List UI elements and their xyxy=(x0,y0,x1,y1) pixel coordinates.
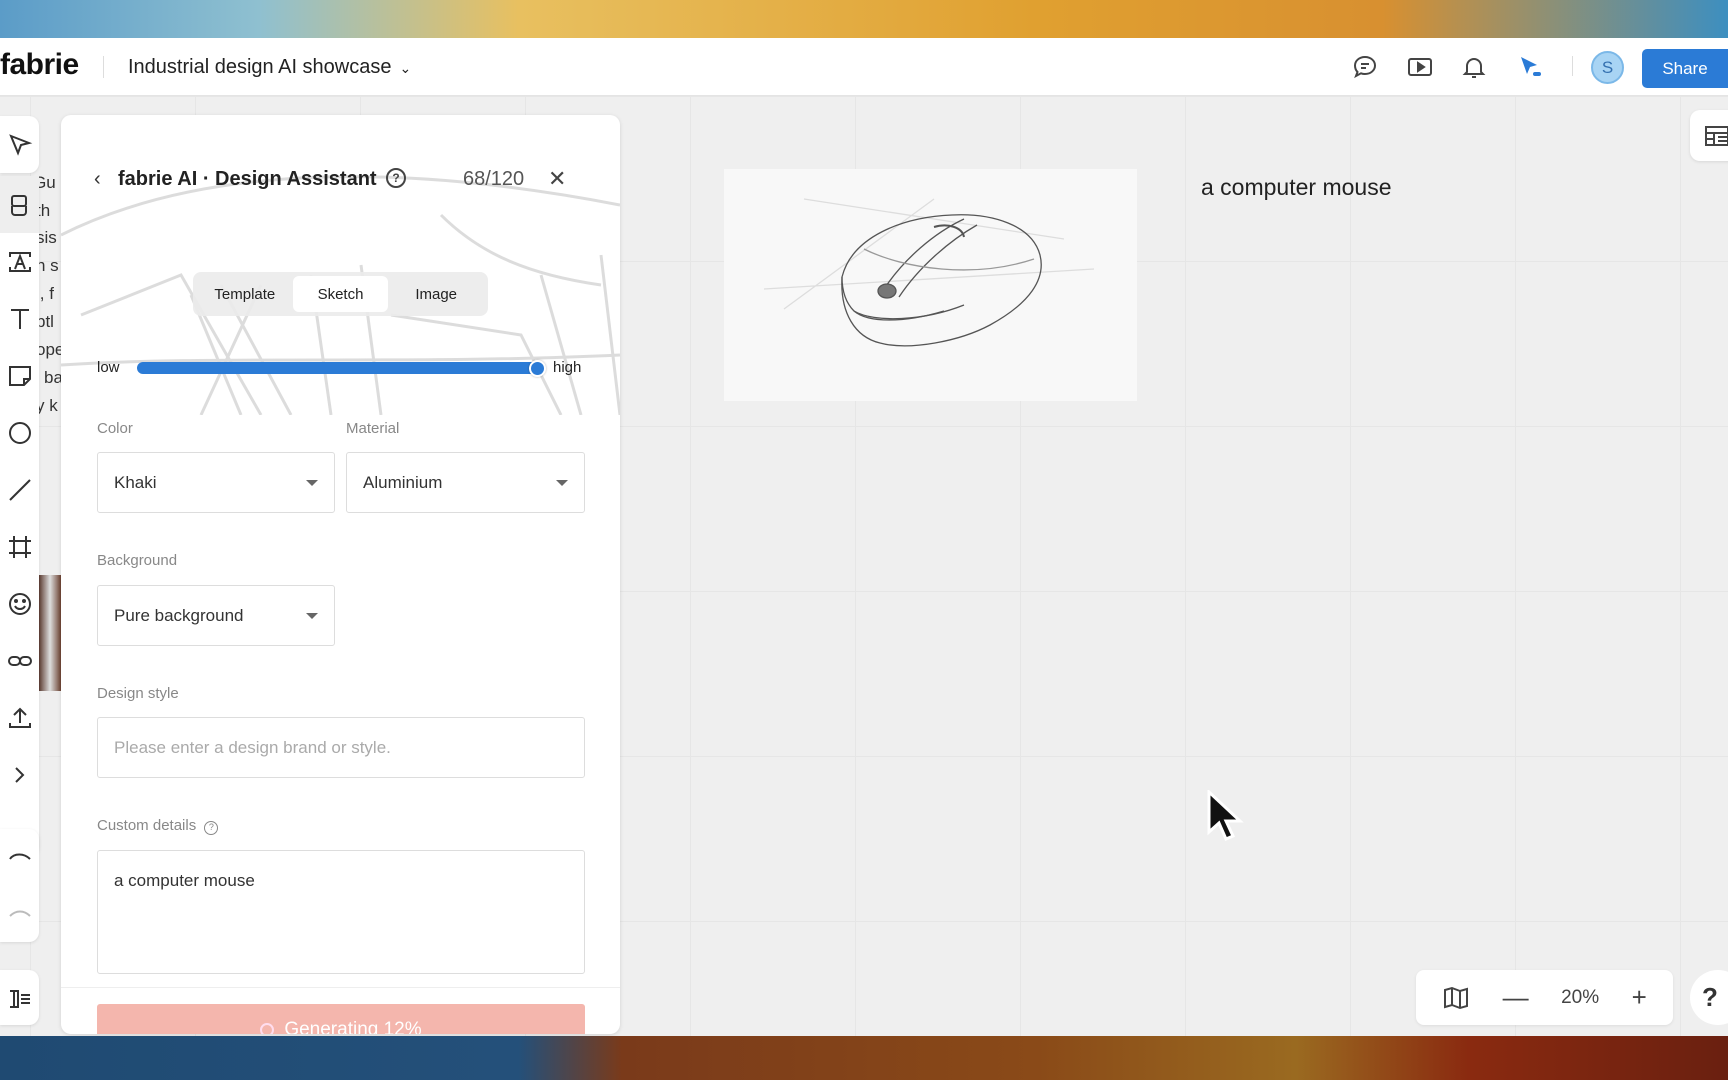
select-tool-icon[interactable] xyxy=(0,116,39,173)
custom-details-textarea[interactable]: a computer mouse xyxy=(97,850,585,974)
board-title-dropdown[interactable]: Industrial design AI showcase ⌄ xyxy=(128,56,411,79)
color-value: Khaki xyxy=(114,472,157,492)
share-button[interactable]: Share xyxy=(1642,49,1728,88)
caret-down-icon xyxy=(556,480,568,486)
text-recognition-tool-icon[interactable] xyxy=(0,233,39,290)
fragment-text: n s xyxy=(36,256,59,275)
help-icon[interactable]: ? xyxy=(204,821,219,835)
top-bar: fabrie Industrial design AI showcase ⌄ S … xyxy=(0,38,1728,96)
back-chevron-icon[interactable]: ‹ xyxy=(94,168,101,191)
toolbar-select-group xyxy=(0,116,39,173)
background-image-fragment xyxy=(39,575,61,691)
material-label: Material xyxy=(346,420,400,437)
material-value: Aluminium xyxy=(363,472,443,492)
cursor-follow-icon[interactable] xyxy=(1515,52,1545,82)
zoom-in-button[interactable]: + xyxy=(1632,982,1647,1013)
panel-header: ‹ fabrie AI · Design Assistant ? 68/120 … xyxy=(61,166,620,196)
custom-details-label: Custom details ? xyxy=(97,817,219,835)
line-tool-icon[interactable] xyxy=(0,461,39,518)
tab-image[interactable]: Image xyxy=(388,276,484,312)
text-tool-icon[interactable] xyxy=(0,290,39,347)
generate-button[interactable]: Generating 12% xyxy=(97,1004,585,1034)
fragment-text: sis xyxy=(36,228,57,247)
logo[interactable]: fabrie xyxy=(0,48,79,82)
app-window: fabrie Industrial design AI showcase ⌄ S … xyxy=(0,38,1728,1036)
toolbar-history-group xyxy=(0,829,39,942)
usage-count: 68/120 xyxy=(463,168,525,190)
link-tool-icon[interactable] xyxy=(0,632,39,689)
sticky-note-tool-icon[interactable] xyxy=(0,347,39,404)
slider-high-label: high xyxy=(553,359,582,376)
zoom-level[interactable]: 20% xyxy=(1561,987,1599,1009)
redo-icon[interactable] xyxy=(0,886,39,943)
custom-details-label-text: Custom details xyxy=(97,817,197,834)
background-value: Pure background xyxy=(114,605,244,625)
color-label: Color xyxy=(97,420,133,437)
toolbar-outline-group xyxy=(0,970,39,1025)
outline-panel-icon[interactable] xyxy=(0,970,39,1027)
design-style-input[interactable] xyxy=(97,717,585,778)
canvas-text-note[interactable]: a computer mouse xyxy=(1201,174,1391,201)
slider-low-label: low xyxy=(97,359,120,376)
caret-down-icon xyxy=(306,613,318,619)
material-select[interactable]: Aluminium xyxy=(346,452,585,513)
mouse-pointer-icon xyxy=(1207,790,1244,841)
undo-icon[interactable] xyxy=(0,829,39,886)
color-select[interactable]: Khaki xyxy=(97,452,335,513)
zoom-controls: — 20% + xyxy=(1416,970,1673,1025)
help-icon[interactable]: ? xyxy=(386,168,406,188)
shape-tool-icon[interactable] xyxy=(0,404,39,461)
expand-tools-chevron-icon[interactable] xyxy=(0,746,39,803)
zoom-out-button[interactable]: — xyxy=(1503,982,1529,1013)
divider xyxy=(61,987,620,988)
loading-spinner-icon xyxy=(260,1022,275,1034)
board-title: Industrial design AI showcase xyxy=(128,56,392,78)
minimap-icon[interactable] xyxy=(1442,984,1470,1012)
computer-mouse-sketch-image[interactable] xyxy=(724,169,1137,401)
chevron-down-icon: ⌄ xyxy=(399,60,412,76)
close-icon[interactable]: ✕ xyxy=(548,166,566,192)
ai-design-assistant-panel: ‹ fabrie AI · Design Assistant ? 68/120 … xyxy=(61,115,620,1034)
divider xyxy=(103,56,104,78)
toolbar-main-group xyxy=(0,176,39,856)
divider xyxy=(1572,56,1573,76)
background-label: Background xyxy=(97,552,178,569)
design-style-label: Design style xyxy=(97,685,179,702)
upload-tool-icon[interactable] xyxy=(0,689,39,746)
mode-tabs: Template Sketch Image xyxy=(193,272,488,316)
bell-icon[interactable] xyxy=(1459,52,1489,82)
tab-template[interactable]: Template xyxy=(197,276,293,312)
desktop-wallpaper-bottom xyxy=(0,1036,1728,1080)
emoji-tool-icon[interactable] xyxy=(0,575,39,632)
ai-assistant-tool-icon[interactable] xyxy=(0,176,39,233)
present-icon[interactable] xyxy=(1405,52,1435,82)
fragment-text: y k xyxy=(36,396,58,415)
frame-tool-icon[interactable] xyxy=(0,518,39,575)
tab-sketch[interactable]: Sketch xyxy=(292,276,389,312)
desktop-wallpaper-top xyxy=(0,0,1728,40)
slider-handle[interactable] xyxy=(529,360,546,377)
sketch-strength-slider[interactable] xyxy=(137,362,537,374)
layers-panel-toggle-icon[interactable] xyxy=(1690,110,1728,161)
caret-down-icon xyxy=(306,480,318,486)
background-select[interactable]: Pure background xyxy=(97,585,335,646)
comment-icon[interactable] xyxy=(1350,52,1380,82)
panel-title: fabrie AI · Design Assistant xyxy=(118,168,377,190)
avatar[interactable]: S xyxy=(1591,51,1624,84)
generate-label: Generating 12% xyxy=(284,1018,422,1035)
